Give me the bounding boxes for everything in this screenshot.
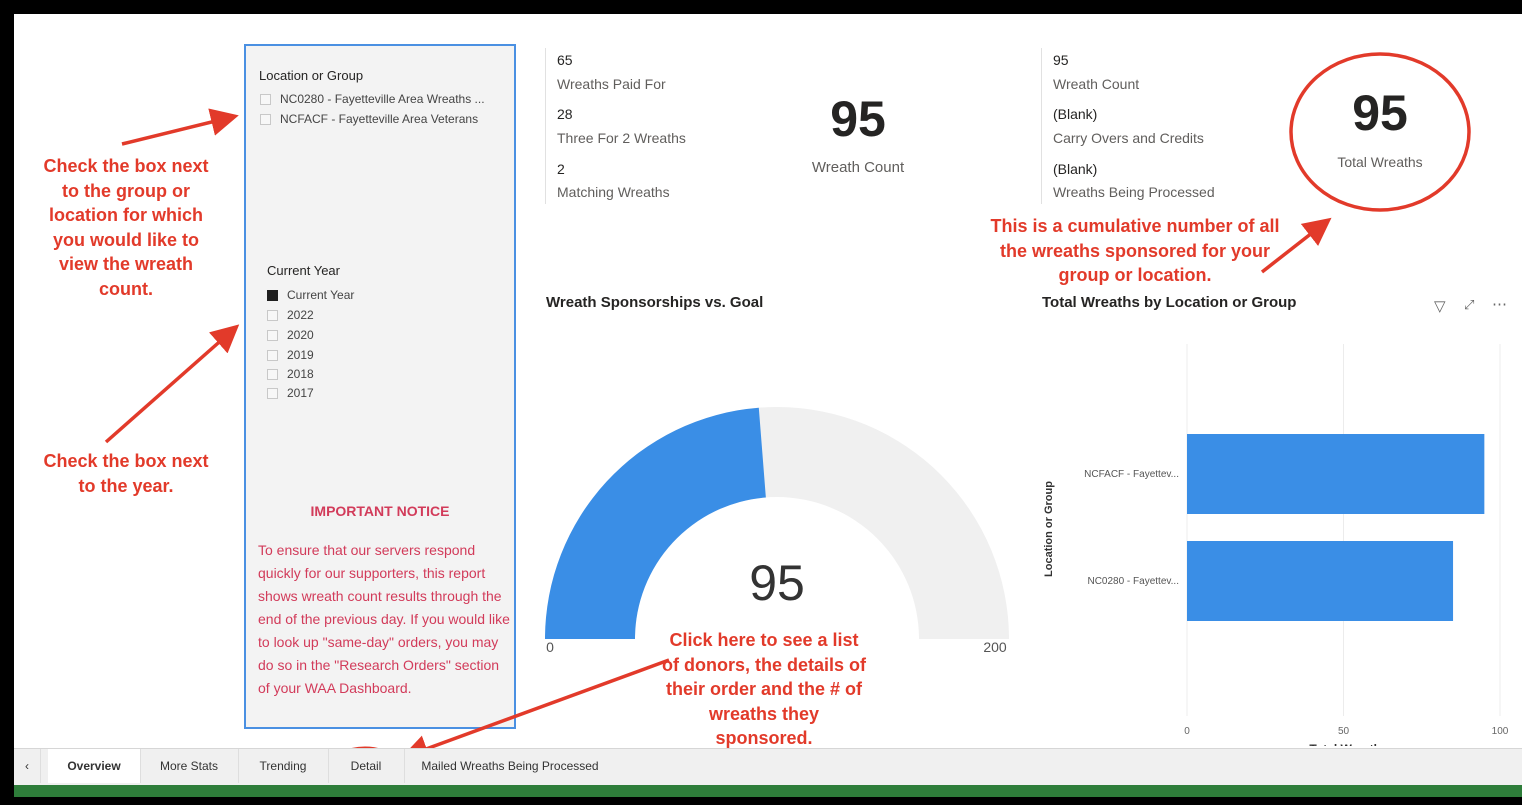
card-label: Matching Wreaths [557, 184, 670, 200]
tab-detail[interactable]: Detail [328, 749, 405, 783]
tab-trending[interactable]: Trending [238, 749, 329, 783]
filter-icon[interactable]: ▽ [1434, 297, 1446, 315]
focus-mode-icon[interactable]: ⤢ [1464, 297, 1474, 313]
slicer-panel: Location or Group NC0280 - Fayetteville … [244, 44, 516, 729]
bar-chart-title: Total Wreaths by Location or Group [1042, 294, 1297, 311]
location-option-nc0280[interactable]: NC0280 - Fayetteville Area Wreaths ... [260, 92, 485, 106]
year-option-2019[interactable]: 2019 [267, 348, 314, 362]
arrow-to-year-slicer [104, 324, 240, 444]
y-category-label: NCFACF - Fayettev... [1084, 469, 1179, 480]
option-label: 2020 [287, 328, 314, 342]
y-axis-title: Location or Group [1043, 481, 1055, 577]
x-tick-label: 0 [1184, 726, 1190, 737]
card-value: 28 [557, 106, 573, 122]
gauge-min-label: 0 [546, 639, 554, 655]
bar [1187, 434, 1485, 514]
card-divider [1041, 48, 1042, 204]
status-bar [14, 785, 1522, 797]
year-option-2018[interactable]: 2018 [267, 367, 314, 381]
card-label: Carry Overs and Credits [1053, 130, 1204, 146]
checkbox[interactable] [260, 93, 271, 105]
bar [1187, 541, 1454, 621]
year-option-2020[interactable]: 2020 [267, 328, 314, 342]
card-value: 65 [557, 52, 573, 68]
option-label: 2017 [287, 386, 314, 400]
annotation-click-detail: Click here to see a list of donors, the … [661, 630, 866, 748]
year-option-current[interactable]: Current Year [267, 288, 354, 302]
option-label: NCFACF - Fayetteville Area Veterans [280, 112, 479, 126]
tab-scroll-left-icon[interactable]: ‹ [14, 749, 41, 783]
checkbox[interactable] [267, 349, 278, 361]
notice-heading: IMPORTANT NOTICE [310, 503, 450, 519]
year-option-2017[interactable]: 2017 [267, 386, 314, 400]
gauge-max-label: 200 [983, 639, 1007, 655]
wreath-count-label: Wreath Count [811, 159, 905, 176]
total-wreaths-value: 95 [1352, 85, 1408, 141]
option-label: Current Year [287, 288, 355, 302]
location-slicer-title: Location or Group [259, 68, 364, 83]
card-divider [545, 48, 546, 204]
more-options-icon[interactable]: ⋯ [1492, 295, 1507, 313]
card-label: Three For 2 Wreaths [557, 130, 686, 146]
gauge-chart: 95 0 200 [545, 407, 1009, 655]
annotation-check-year: Check the box next to the year. [43, 451, 209, 496]
total-wreaths-label: Total Wreaths [1337, 154, 1423, 170]
card-value: (Blank) [1053, 106, 1098, 122]
card-label: Wreath Count [1053, 76, 1140, 92]
option-label: 2018 [287, 367, 314, 381]
notice-body: To ensure that our servers respond quick… [258, 542, 510, 696]
tab-more-stats[interactable]: More Stats [140, 749, 239, 783]
card-label: Wreaths Being Processed [1053, 184, 1215, 200]
annotation-cumulative: This is a cumulative number of all the w… [990, 216, 1280, 285]
year-slicer-title: Current Year [267, 263, 340, 278]
bar-chart: 0 50 100 NCFACF - Fayettev... NC0280 - Fayet… [1043, 344, 1509, 746]
tab-overview[interactable]: Overview [48, 749, 141, 783]
card-value: 95 [1053, 52, 1069, 68]
x-tick-label: 50 [1338, 726, 1350, 737]
page-tab-bar: ‹ Overview More Stats Trending Detail Ma… [14, 748, 1522, 785]
location-option-ncfacf[interactable]: NCFACF - Fayetteville Area Veterans [260, 112, 478, 126]
checkbox[interactable] [260, 113, 271, 125]
tab-mailed-wreaths[interactable]: Mailed Wreaths Being Processed [404, 749, 616, 783]
option-label: 2019 [287, 348, 314, 362]
annotation-check-group: Check the box next to the group or locat… [43, 156, 209, 299]
wreath-count-value: 95 [830, 91, 886, 147]
checkbox[interactable] [267, 309, 278, 321]
option-label: 2022 [287, 308, 314, 322]
option-label: NC0280 - Fayetteville Area Wreaths ... [280, 92, 485, 106]
card-label: Wreaths Paid For [557, 76, 666, 92]
report-canvas: Location or Group NC0280 - Fayetteville … [14, 14, 1522, 797]
checkbox[interactable] [267, 368, 278, 380]
checkbox[interactable] [267, 329, 278, 341]
checkbox-checked[interactable] [267, 289, 278, 301]
x-axis-title: Total Wreaths [1309, 742, 1388, 746]
checkbox[interactable] [267, 387, 278, 399]
arrow-to-location-slicer [121, 108, 239, 146]
gauge-title: Wreath Sponsorships vs. Goal [546, 294, 764, 311]
card-value: (Blank) [1053, 161, 1098, 177]
y-category-label: NC0280 - Fayettev... [1087, 576, 1179, 587]
card-value: 2 [557, 161, 565, 177]
year-option-2022[interactable]: 2022 [267, 308, 314, 322]
gauge-value-label: 95 [749, 555, 805, 611]
x-tick-label: 100 [1492, 726, 1509, 737]
gauge-fill [545, 407, 766, 639]
